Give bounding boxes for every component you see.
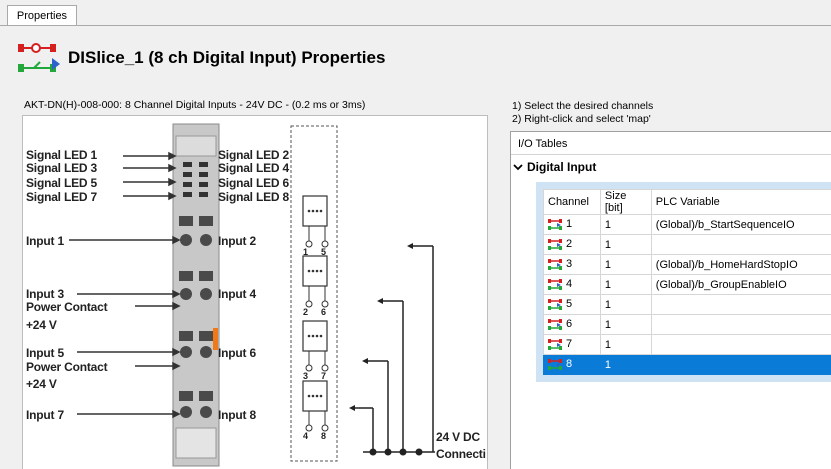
channel-icon bbox=[548, 258, 562, 270]
digital-input-group-label: Digital Input bbox=[527, 160, 597, 174]
terminal-2: 2 bbox=[303, 307, 308, 317]
label-input-4: Input 4 bbox=[218, 287, 256, 301]
channel-cell[interactable]: 8 bbox=[543, 354, 601, 375]
terminal-3: 3 bbox=[303, 371, 308, 381]
channel-number: 5 bbox=[566, 298, 573, 311]
channel-icon bbox=[548, 358, 562, 370]
channel-cell[interactable]: 3 bbox=[543, 254, 601, 275]
channel-number: 2 bbox=[566, 238, 573, 251]
channel-icon bbox=[548, 338, 562, 350]
size-cell[interactable]: 1 bbox=[599, 234, 652, 255]
channel-number: 7 bbox=[566, 338, 573, 351]
chevron-down-icon[interactable] bbox=[511, 160, 525, 174]
terminal-1: 1 bbox=[303, 247, 308, 257]
size-cell[interactable]: 1 bbox=[599, 214, 652, 235]
instruction-step-1: 1) Select the desired channels bbox=[512, 100, 654, 112]
channel-cell[interactable]: 6 bbox=[543, 314, 601, 335]
channel-number: 8 bbox=[566, 358, 573, 371]
table-row-channel-2[interactable]: 2 1 bbox=[543, 234, 831, 255]
table-row-channel-4[interactable]: 4 1 (Global)/b_GroupEnableIO bbox=[543, 274, 831, 295]
tab-properties[interactable]: Properties bbox=[7, 5, 77, 25]
plc-variable-cell[interactable] bbox=[650, 314, 831, 335]
label-power-contact-1: Power Contact bbox=[26, 300, 108, 314]
plc-variable-cell[interactable] bbox=[650, 354, 831, 375]
channel-cell[interactable]: 1 bbox=[543, 214, 601, 235]
label-input-2: Input 2 bbox=[218, 234, 256, 248]
channel-number: 1 bbox=[566, 218, 573, 231]
plc-variable-cell[interactable]: (Global)/b_StartSequenceIO bbox=[650, 214, 831, 235]
label-signal-led-4: Signal LED 4 bbox=[218, 161, 289, 175]
plc-variable-cell[interactable]: (Global)/b_GroupEnableIO bbox=[650, 274, 831, 295]
label-signal-led-1: Signal LED 1 bbox=[26, 148, 97, 162]
wiring-diagram: Signal LED 1 Signal LED 3 Signal LED 5 S… bbox=[22, 115, 488, 469]
size-cell[interactable]: 1 bbox=[599, 314, 652, 335]
terminal-5: 5 bbox=[321, 247, 326, 257]
table-row-channel-1[interactable]: 1 1 (Global)/b_StartSequenceIO bbox=[543, 214, 831, 235]
label-connection: Connecti bbox=[436, 447, 486, 461]
label-input-6: Input 6 bbox=[218, 346, 256, 360]
channel-number: 6 bbox=[566, 318, 573, 331]
channel-icon bbox=[548, 278, 562, 290]
channel-icon bbox=[548, 318, 562, 330]
label-24v-2: +24 V bbox=[26, 377, 57, 391]
size-cell[interactable]: 1 bbox=[599, 254, 652, 275]
plc-variable-cell[interactable] bbox=[650, 294, 831, 315]
label-input-5: Input 5 bbox=[26, 346, 64, 360]
table-row-channel-5[interactable]: 5 1 bbox=[543, 294, 831, 315]
channel-icon bbox=[548, 298, 562, 310]
table-row-channel-8[interactable]: 8 1 bbox=[543, 354, 831, 375]
page-title: DISlice_1 (8 ch Digital Input) Propertie… bbox=[68, 48, 386, 67]
io-tables-title: I/O Tables bbox=[518, 138, 568, 150]
io-table: Channel Size [bit] PLC Variable 1 1 (Glo… bbox=[543, 189, 831, 375]
table-row-channel-7[interactable]: 7 1 bbox=[543, 334, 831, 355]
channel-number: 3 bbox=[566, 258, 573, 271]
size-cell[interactable]: 1 bbox=[599, 354, 652, 375]
plc-variable-cell[interactable] bbox=[650, 334, 831, 355]
label-24v-dc: 24 V DC bbox=[436, 430, 480, 444]
plc-variable-cell[interactable] bbox=[650, 234, 831, 255]
label-input-8: Input 8 bbox=[218, 408, 256, 422]
channel-cell[interactable]: 5 bbox=[543, 294, 601, 315]
label-power-contact-2: Power Contact bbox=[26, 360, 108, 374]
label-signal-led-5: Signal LED 5 bbox=[26, 176, 97, 190]
channel-cell[interactable]: 7 bbox=[543, 334, 601, 355]
label-signal-led-7: Signal LED 7 bbox=[26, 190, 97, 204]
channel-icon bbox=[548, 218, 562, 230]
instruction-step-2: 2) Right-click and select 'map' bbox=[512, 112, 651, 125]
column-header-plc-variable[interactable]: PLC Variable bbox=[650, 189, 831, 215]
instructions: 1) Select the desired channels 2) Right-… bbox=[512, 100, 653, 125]
table-row-channel-6[interactable]: 6 1 bbox=[543, 314, 831, 335]
column-header-channel[interactable]: Channel bbox=[543, 189, 601, 215]
channel-cell[interactable]: 4 bbox=[543, 274, 601, 295]
table-row-channel-3[interactable]: 3 1 (Global)/b_HomeHardStopIO bbox=[543, 254, 831, 275]
io-table-container: Channel Size [bit] PLC Variable 1 1 (Glo… bbox=[536, 182, 831, 382]
plc-variable-cell[interactable]: (Global)/b_HomeHardStopIO bbox=[650, 254, 831, 275]
label-signal-led-6: Signal LED 6 bbox=[218, 176, 289, 190]
channel-icon bbox=[548, 238, 562, 250]
io-divider bbox=[511, 154, 831, 155]
module-description: AKT-DN(H)-008-000: 8 Channel Digital Inp… bbox=[24, 99, 366, 111]
label-24v-1: +24 V bbox=[26, 318, 57, 332]
size-cell[interactable]: 1 bbox=[599, 334, 652, 355]
channel-cell[interactable]: 2 bbox=[543, 234, 601, 255]
terminal-4: 4 bbox=[303, 431, 308, 441]
tab-divider bbox=[0, 25, 831, 26]
label-input-1: Input 1 bbox=[26, 234, 64, 248]
io-tables-panel: I/O Tables Digital Input Channel Size [b… bbox=[510, 131, 831, 469]
column-header-size[interactable]: Size [bit] bbox=[599, 189, 652, 215]
label-signal-led-3: Signal LED 3 bbox=[26, 161, 97, 175]
size-cell[interactable]: 1 bbox=[599, 274, 652, 295]
size-cell[interactable]: 1 bbox=[599, 294, 652, 315]
digital-input-group-header[interactable]: Digital Input bbox=[511, 160, 596, 174]
terminal-6: 6 bbox=[321, 307, 326, 317]
label-signal-led-8: Signal LED 8 bbox=[218, 190, 289, 204]
terminal-7: 7 bbox=[321, 371, 326, 381]
label-input-7: Input 7 bbox=[26, 408, 64, 422]
label-signal-led-2: Signal LED 2 bbox=[218, 148, 289, 162]
terminal-8: 8 bbox=[321, 431, 326, 441]
label-input-3: Input 3 bbox=[26, 287, 64, 301]
io-module-icon bbox=[18, 43, 60, 72]
channel-number: 4 bbox=[566, 278, 573, 291]
